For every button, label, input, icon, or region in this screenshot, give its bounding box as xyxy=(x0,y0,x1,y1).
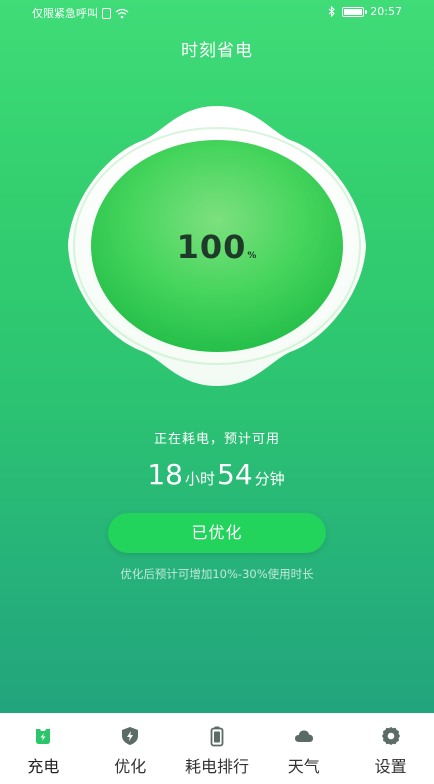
battery-status-icon xyxy=(342,6,368,17)
battery-percentage: 100% xyxy=(64,228,370,266)
remaining-time: 18 小时54 分钟 xyxy=(0,458,434,491)
nav-label-settings: 设置 xyxy=(374,757,407,776)
usage-status: 正在耗电，预计可用 xyxy=(153,432,280,447)
battery-status-fill xyxy=(344,8,363,15)
nav-label-charge: 充电 xyxy=(27,757,60,776)
bottom-nav: 充电 优化 耗电排行 天气 设置 xyxy=(0,713,434,784)
nav-item-ranking[interactable]: 耗电排行 xyxy=(174,713,261,784)
optimized-button[interactable]: 已优化 xyxy=(108,513,326,553)
remaining-hours-unit: 小时 xyxy=(184,470,215,488)
battery-icon xyxy=(210,726,224,747)
remaining-minutes: 54 xyxy=(217,458,253,491)
optimize-hint: 优化后预计可增加10%-30%使用时长 xyxy=(120,567,314,581)
status-time: 20:57 xyxy=(370,5,402,18)
nav-item-weather[interactable]: 天气 xyxy=(260,713,347,784)
nav-item-optimize[interactable]: 优化 xyxy=(87,713,174,784)
nav-label-ranking: 耗电排行 xyxy=(184,757,249,776)
wifi-icon xyxy=(115,8,129,18)
battery-gauge: 100% xyxy=(64,100,370,392)
battery-percentage-unit: % xyxy=(247,251,258,261)
nav-label-optimize: 优化 xyxy=(114,757,147,776)
nav-item-settings[interactable]: 设置 xyxy=(347,713,434,784)
page-title: 时刻省电 xyxy=(181,41,253,61)
status-bar-left: 仅限紧急呼叫 xyxy=(32,5,129,21)
nav-item-charge[interactable]: 充电 xyxy=(0,713,87,784)
sim-icon xyxy=(102,7,111,19)
nav-label-weather: 天气 xyxy=(287,757,320,776)
shield-bolt-icon xyxy=(122,727,139,745)
remaining-hours: 18 xyxy=(147,458,183,491)
main-screen: 仅限紧急呼叫 20:57 时刻省电 100% 正在耗电，预计可用 18 小时54… xyxy=(0,0,434,713)
charge-icon xyxy=(36,729,51,744)
status-bar-right: 20:57 xyxy=(328,5,402,18)
carrier-text: 仅限紧急呼叫 xyxy=(32,7,98,20)
battery-percentage-value: 100 xyxy=(176,228,247,266)
status-bar: 仅限紧急呼叫 20:57 xyxy=(0,0,434,24)
bluetooth-icon xyxy=(328,6,336,17)
remaining-minutes-unit: 分钟 xyxy=(254,470,285,488)
gear-icon xyxy=(381,727,400,745)
cloud-icon xyxy=(294,730,313,742)
